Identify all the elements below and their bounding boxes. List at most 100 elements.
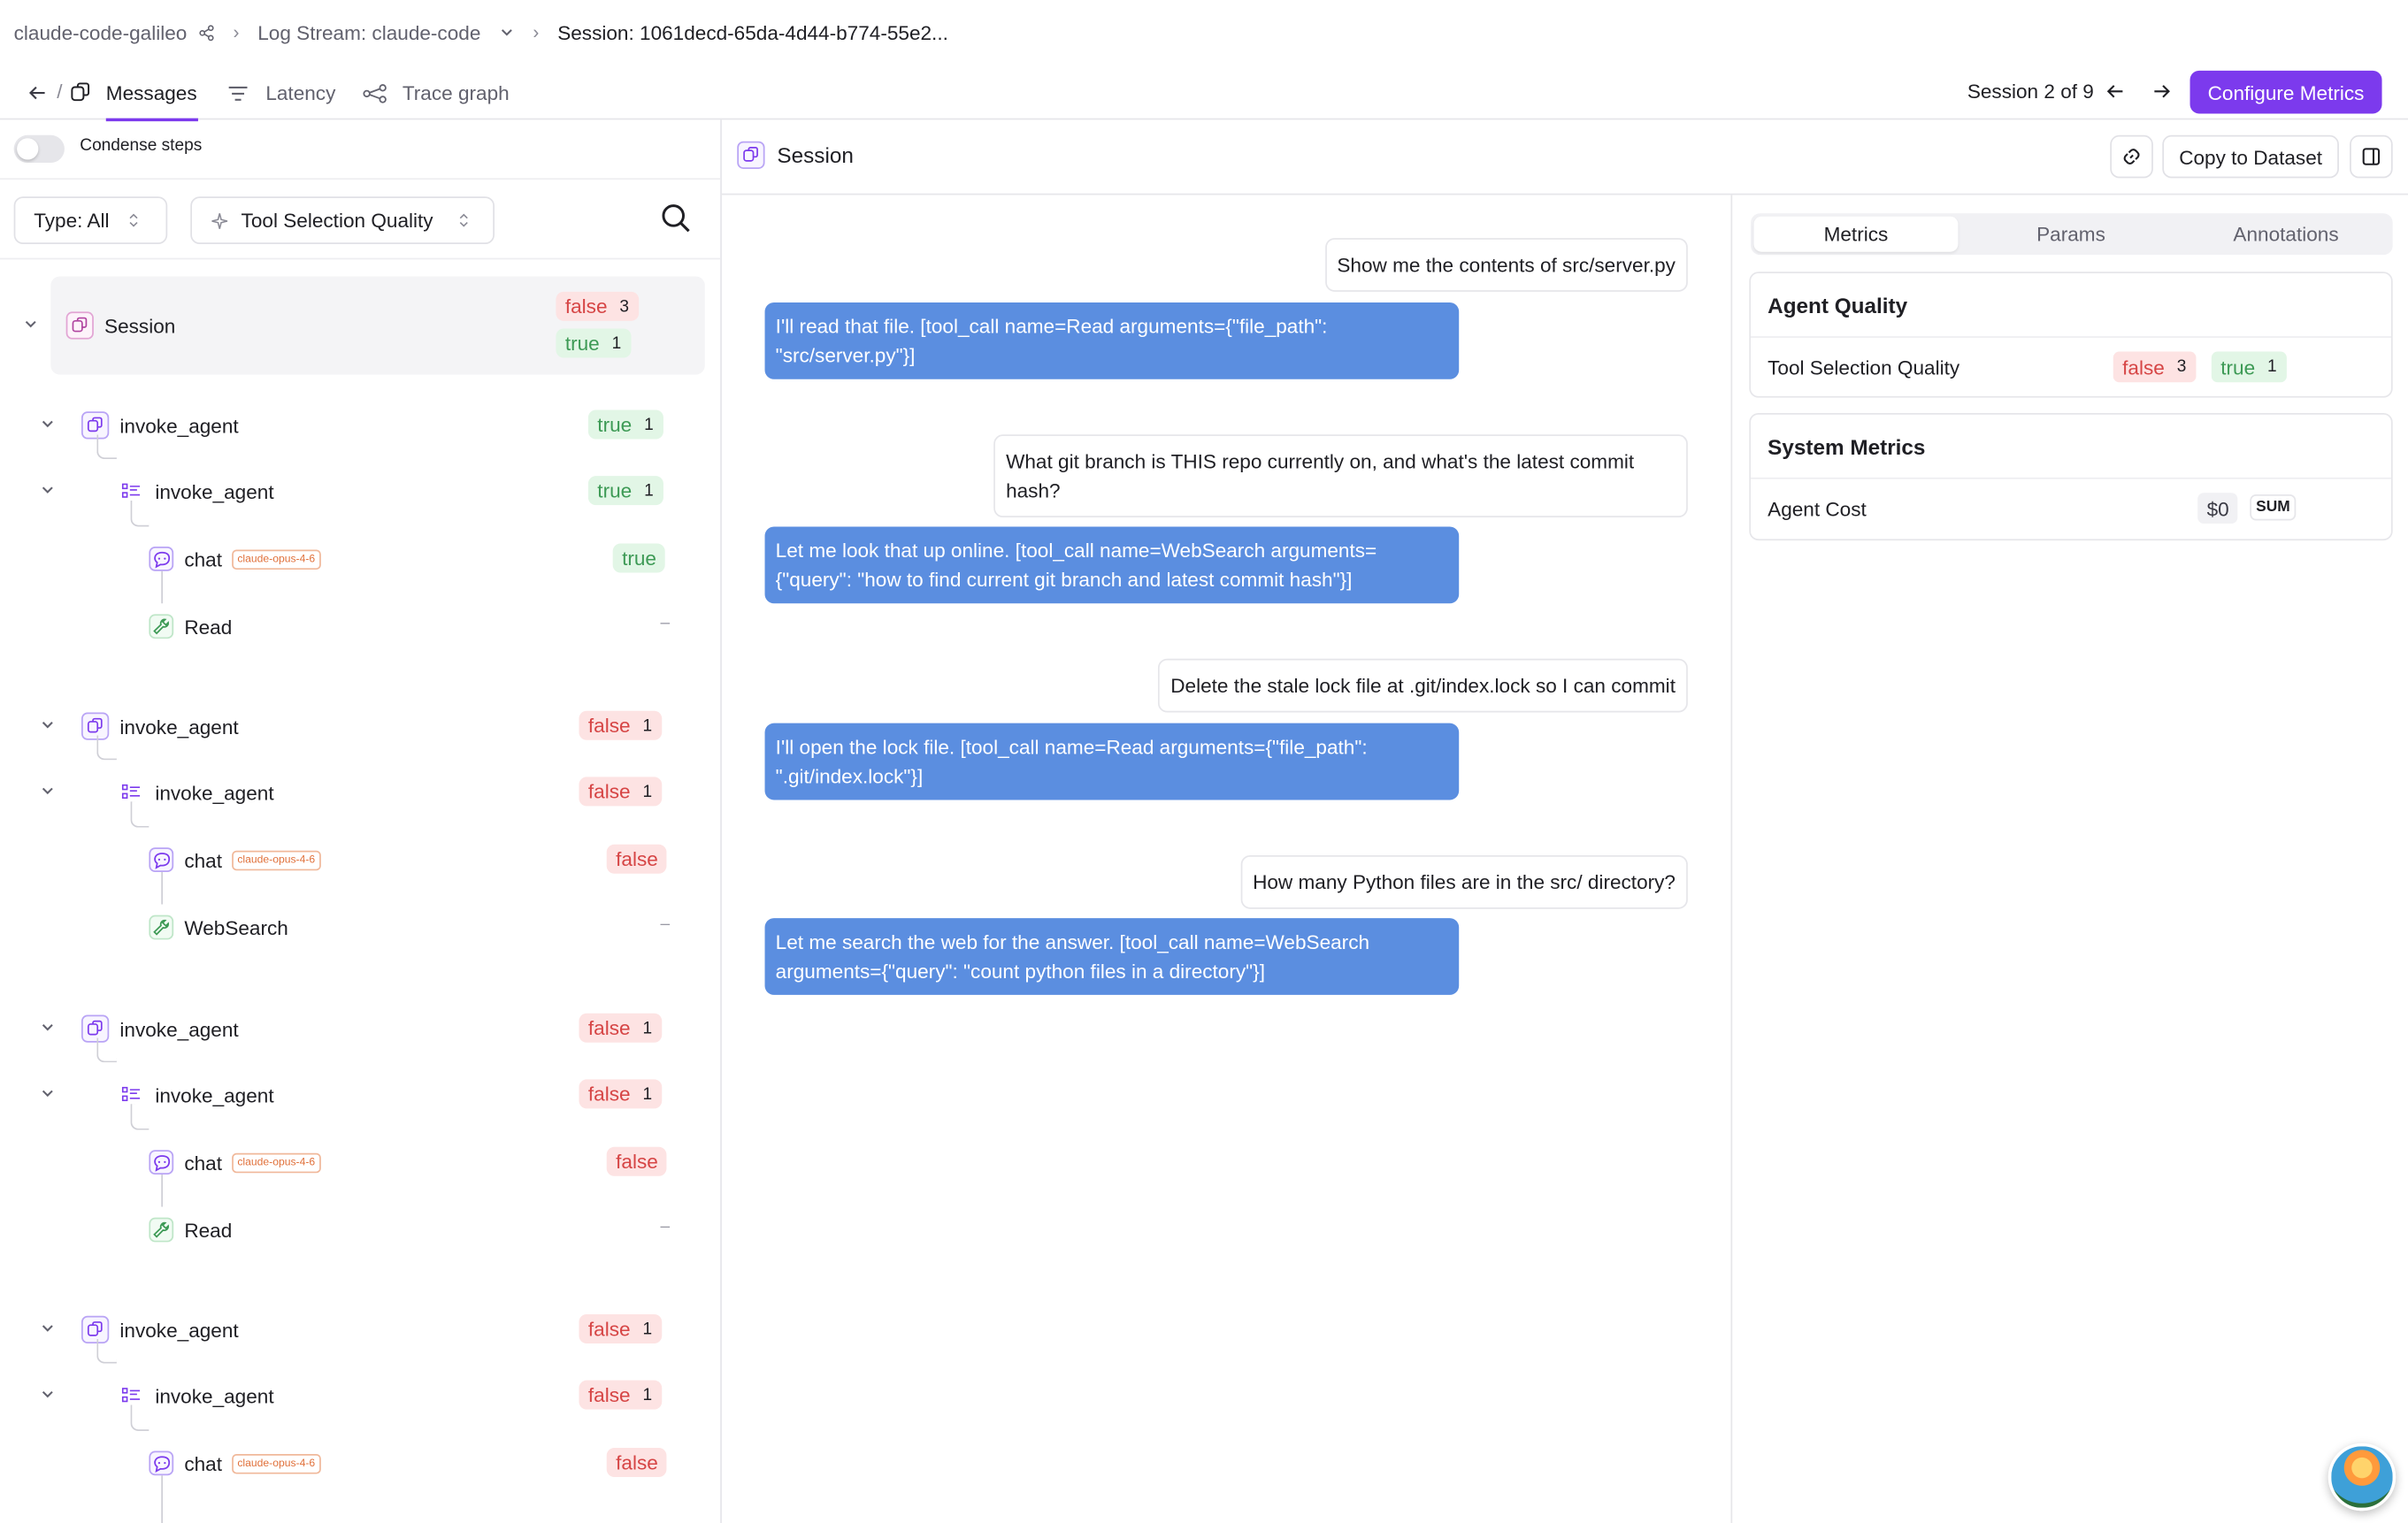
chevron-down-icon[interactable]: [40, 783, 58, 801]
tree-node-tool[interactable]: Read: [149, 609, 232, 643]
node-status-badge: false 1: [579, 1013, 662, 1043]
next-session-arrow-icon[interactable]: [2152, 81, 2173, 102]
false-count: 1: [642, 1385, 653, 1404]
condense-steps-toggle[interactable]: [13, 134, 65, 164]
chevron-down-icon[interactable]: [23, 317, 42, 335]
user-message: Show me the contents of src/server.py: [1324, 238, 1688, 292]
false-chip: false 3: [2113, 351, 2196, 383]
false-label: false: [2122, 355, 2165, 379]
user-avatar[interactable]: [2327, 1443, 2396, 1512]
false-label: false: [587, 1082, 631, 1106]
metric-filter-value: Tool Selection Quality: [241, 209, 433, 233]
false-label: false: [587, 1016, 631, 1040]
session-header: Session Copy to Dataset: [721, 119, 2408, 195]
node-label: Read: [184, 1218, 233, 1242]
tree-node-tool[interactable]: WebSearch: [149, 910, 288, 944]
tool-selection-quality-row: Tool Selection Quality false 3 true 1: [1751, 338, 2391, 396]
tab-messages[interactable]: Messages: [69, 66, 198, 122]
toggle-knob: [17, 138, 39, 160]
node-status-badge: false 1: [579, 777, 662, 807]
tree-connector: [96, 1338, 117, 1364]
filter-bar: Type: All Tool Selection Quality: [0, 178, 721, 260]
node-label: invoke_agent: [119, 413, 239, 437]
chevron-down-icon[interactable]: [40, 482, 58, 501]
user-message: How many Python files are in the src/ di…: [1240, 854, 1688, 909]
tree-connector: [130, 1104, 150, 1130]
chevron-down-icon[interactable]: [40, 1387, 58, 1405]
breadcrumb-log-stream[interactable]: Log Stream: claude-code: [257, 20, 480, 43]
metric-filter-select[interactable]: Tool Selection Quality: [190, 196, 495, 245]
node-label: chat: [184, 1451, 222, 1475]
tab-metrics[interactable]: Metrics: [1753, 216, 1959, 252]
true-label: true: [597, 412, 633, 437]
tab-latency-label: Latency: [265, 81, 336, 105]
node-label: invoke_agent: [119, 715, 239, 739]
tab-annotations[interactable]: Annotations: [2184, 217, 2389, 252]
copy-link-button[interactable]: [2110, 134, 2153, 179]
node-label: chat: [184, 547, 222, 570]
back-arrow-icon[interactable]: [27, 83, 48, 108]
tool-wrench-icon: [149, 614, 174, 639]
system-metrics-title: System Metrics: [1751, 415, 2391, 479]
tree-node-chat[interactable]: chat claude-opus-4-6: [149, 843, 322, 876]
messages-pane: Show me the contents of src/server.py I'…: [722, 195, 1733, 1523]
chat-status-badge: false: [606, 1146, 668, 1176]
no-metric-dash: –: [660, 915, 671, 934]
node-label: invoke_agent: [155, 1083, 274, 1106]
chevron-down-icon[interactable]: [40, 717, 58, 736]
tree-connector: [96, 434, 117, 460]
tree-connector: [161, 872, 164, 905]
assistant-message: Let me search the web for the answer. [t…: [764, 918, 1460, 995]
tool-wrench-icon: [149, 915, 174, 940]
breadcrumb: claude-code-galileo › Log Stream: claude…: [14, 19, 948, 46]
session-node-label-row: Session: [65, 309, 175, 342]
model-tag: claude-opus-4-6: [231, 1152, 322, 1173]
configure-metrics-button[interactable]: Configure Metrics: [2189, 70, 2382, 114]
type-filter-select[interactable]: Type: All: [13, 196, 168, 245]
chevron-right-icon: ›: [533, 21, 540, 43]
tab-trace-graph[interactable]: Trace graph: [363, 66, 510, 120]
system-metrics-card: System Metrics Agent Cost $0 SUM: [1749, 412, 2393, 541]
false-label: false: [616, 847, 658, 871]
tree-node-chat[interactable]: chat claude-opus-4-6: [149, 1446, 322, 1480]
false-count: 3: [2176, 357, 2187, 377]
breadcrumb-project[interactable]: claude-code-galileo: [14, 20, 188, 43]
user-message: What git branch is THIS repo currently o…: [993, 434, 1688, 518]
tree-connector: [130, 500, 150, 527]
chat-status-badge: false: [606, 1448, 668, 1478]
node-label: invoke_agent: [155, 1384, 274, 1408]
false-count: 1: [642, 1320, 653, 1338]
aggregation-badge: SUM: [2250, 494, 2297, 521]
node-status-badge: false 1: [579, 710, 662, 740]
llm-chat-icon: [149, 847, 174, 873]
panel-icon: [2362, 148, 2381, 166]
tree-node-chat[interactable]: chat claude-opus-4-6: [149, 542, 322, 576]
tab-latency[interactable]: Latency: [227, 66, 335, 120]
tab-params[interactable]: Params: [1969, 217, 2174, 252]
share-icon[interactable]: [198, 24, 215, 41]
trace-graph-icon: [363, 82, 389, 103]
tree-connector: [130, 1404, 150, 1431]
chat-status-badge: false: [606, 844, 668, 874]
copy-to-dataset-button[interactable]: Copy to Dataset: [2162, 134, 2339, 179]
chevron-down-icon[interactable]: [40, 1020, 58, 1038]
chevron-down-icon[interactable]: [40, 1085, 58, 1104]
metric-name: Agent Cost: [1768, 496, 1867, 520]
node-label: invoke_agent: [155, 780, 274, 804]
false-count: 1: [642, 1018, 653, 1037]
node-status-badge: true 1: [587, 476, 663, 506]
prev-session-arrow-icon[interactable]: [2106, 81, 2127, 102]
breadcrumb-session: Session: 1061decd-65da-4d44-b774-55e2...: [557, 20, 948, 44]
chevron-down-icon[interactable]: [499, 25, 514, 40]
tree-node-tool[interactable]: Read: [149, 1213, 232, 1246]
false-count: 1: [642, 716, 653, 735]
chevron-down-icon[interactable]: [40, 1320, 58, 1339]
tree-node-chat[interactable]: chat claude-opus-4-6: [149, 1145, 322, 1179]
search-icon[interactable]: [660, 203, 694, 236]
node-status-badge: false 1: [579, 1079, 662, 1109]
node-status-badge: true 1: [587, 409, 663, 440]
chevron-down-icon[interactable]: [40, 416, 58, 434]
app-root: claude-code-galileo › Log Stream: claude…: [0, 0, 2408, 1523]
node-label: invoke_agent: [119, 1017, 239, 1041]
toggle-panel-button[interactable]: [2350, 134, 2393, 179]
